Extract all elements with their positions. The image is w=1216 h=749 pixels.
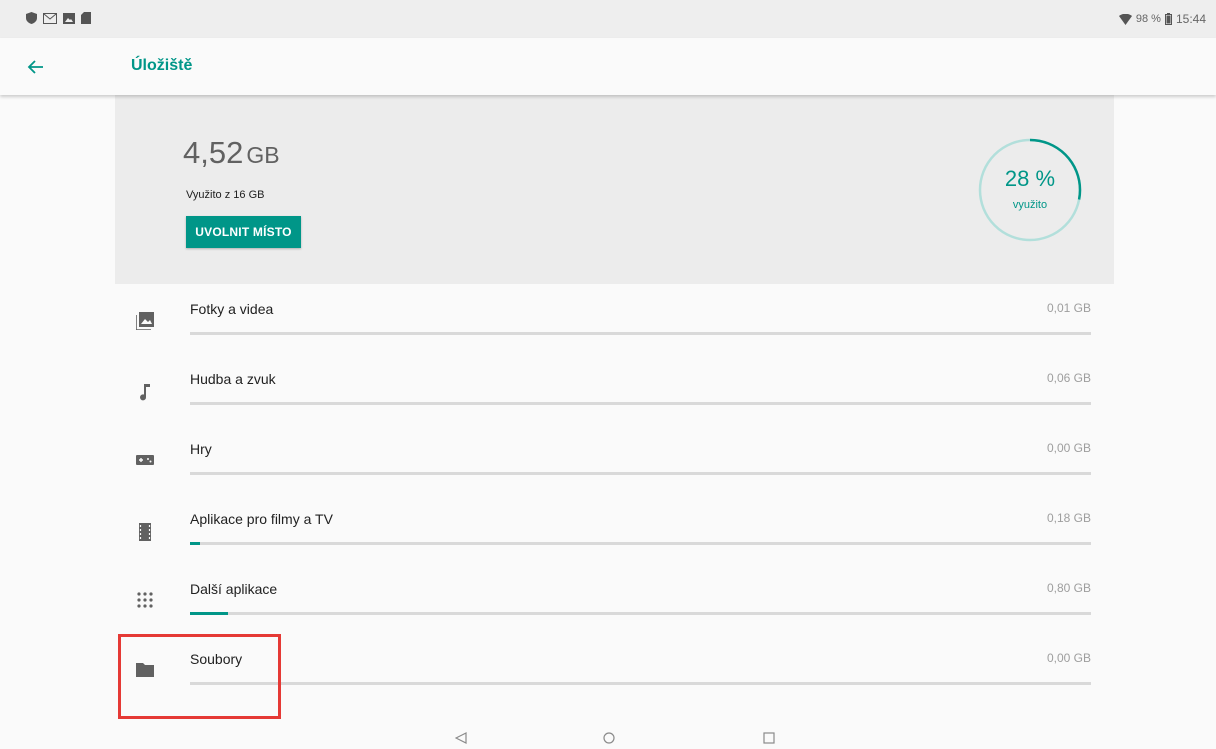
free-up-space-button[interactable]: UVOLNIT MÍSTO: [186, 216, 301, 248]
category-label: Další aplikace: [190, 581, 278, 597]
clock: 15:44: [1175, 12, 1206, 26]
category-size: 0,01 GB: [1046, 301, 1091, 315]
usage-bar-fill: [190, 542, 200, 545]
category-size: 0,00 GB: [1046, 441, 1091, 455]
photo-icon: [63, 12, 75, 24]
category-label: Aplikace pro filmy a TV: [190, 511, 333, 527]
usage-label: využito: [1012, 199, 1048, 211]
category-size: 0,80 GB: [1046, 581, 1091, 595]
gamepad-icon: [136, 455, 154, 465]
usage-bar-fill: [190, 612, 228, 615]
category-row-games[interactable]: Hry 0,00 GB: [115, 425, 1114, 495]
gmail-icon: [43, 12, 57, 24]
battery-percent: 98 %: [1135, 13, 1161, 25]
arrow-back-icon[interactable]: [25, 56, 47, 78]
nav-recents-icon[interactable]: [763, 732, 775, 744]
app-bar: Úložiště: [0, 38, 1216, 95]
category-label: Hudba a zvuk: [190, 371, 276, 387]
music-note-icon: [140, 384, 150, 401]
nav-home-icon[interactable]: [603, 732, 615, 744]
category-label: Hry: [190, 441, 212, 457]
category-size: 0,06 GB: [1046, 371, 1091, 385]
category-row-music[interactable]: Hudba a zvuk 0,06 GB: [115, 355, 1114, 425]
category-row-movies[interactable]: Aplikace pro filmy a TV 0,18 GB: [115, 495, 1114, 565]
used-amount: 4,52 GB: [183, 135, 280, 171]
category-size: 0,00 GB: [1046, 651, 1091, 665]
page-title: Úložiště: [131, 57, 193, 74]
apps-grid-icon: [137, 592, 153, 608]
usage-percent: 28 %: [1004, 166, 1056, 191]
category-row-photos[interactable]: Fotky a videa 0,01 GB: [115, 285, 1114, 355]
used-value: 4,52: [183, 135, 244, 170]
navigation-bar: [0, 722, 1216, 749]
movie-icon: [139, 523, 151, 541]
category-row-other-apps[interactable]: Další aplikace 0,80 GB: [115, 565, 1114, 635]
used-of-total: Využito z 16 GB: [186, 189, 265, 201]
status-bar: 98 % 15:44: [0, 0, 1216, 38]
usage-bar: [190, 332, 1091, 335]
shield-icon: [26, 12, 37, 24]
sd-card-icon: [81, 12, 91, 24]
category-size: 0,18 GB: [1046, 511, 1091, 525]
usage-bar: [190, 472, 1091, 475]
wifi-icon: [1118, 13, 1132, 25]
usage-bar: [190, 682, 1091, 685]
status-icons: [26, 12, 91, 24]
usage-bar: [190, 402, 1091, 405]
used-unit: GB: [246, 142, 280, 168]
usage-bar: [190, 542, 1091, 545]
photo-library-icon: [136, 312, 154, 330]
category-label: Fotky a videa: [190, 301, 274, 317]
highlight-box: [118, 634, 281, 719]
usage-bar: [190, 612, 1091, 615]
status-right: 98 % 15:44: [1118, 12, 1206, 26]
storage-summary: 4,52 GB Využito z 16 GB UVOLNIT MÍSTO 28 …: [115, 95, 1114, 284]
nav-back-icon[interactable]: [455, 732, 467, 744]
battery-icon: [1164, 13, 1172, 25]
